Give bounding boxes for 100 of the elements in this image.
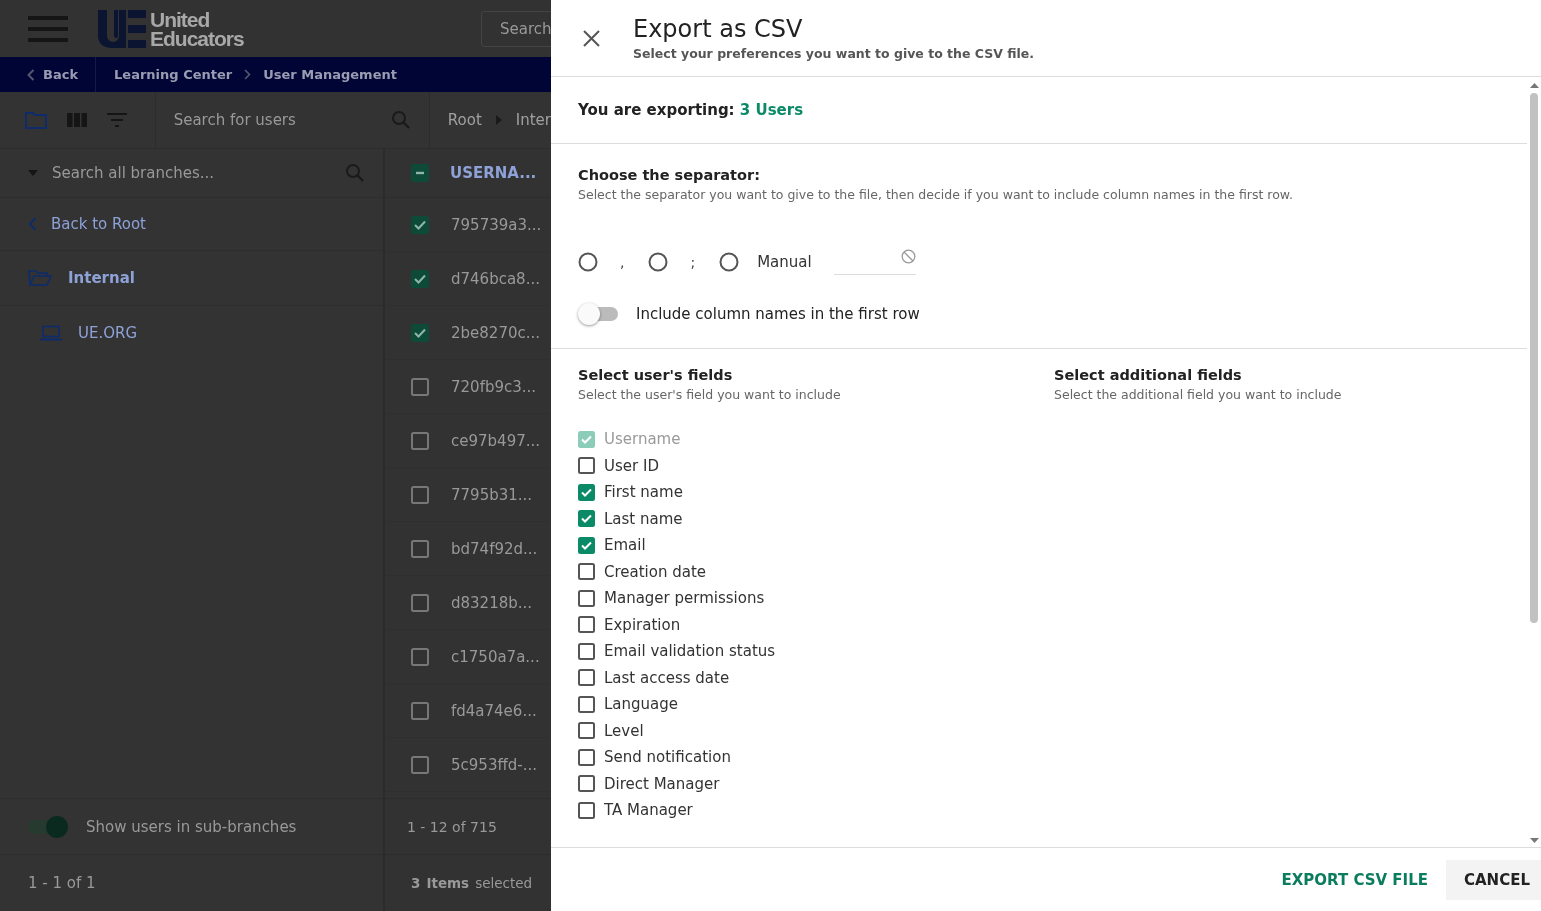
checkbox[interactable] (411, 701, 429, 720)
section-heading: Select user's fields (578, 367, 734, 383)
field-label: First name (604, 483, 683, 502)
laptop-icon (40, 325, 62, 341)
table-cell: fd4a74e6... (451, 701, 537, 720)
breadcrumb-link[interactable]: Learning Center (114, 67, 233, 82)
toggle-switch[interactable] (28, 814, 68, 839)
checkbox[interactable] (411, 593, 429, 612)
table-cell: 795739a3... (451, 215, 542, 234)
pagination-text: 1 - 1 of 1 (28, 874, 96, 892)
blocked-icon (900, 249, 916, 264)
toggle-label: Show users in sub-branches (86, 817, 297, 836)
pagination-text: 1 - 12 of 715 (407, 818, 497, 835)
checkbox[interactable] (411, 431, 429, 450)
caret-right-icon (495, 115, 502, 125)
logo-text: United Educators (150, 9, 244, 48)
checkbox[interactable] (578, 642, 595, 660)
selection-text: selected (475, 875, 533, 891)
checkbox[interactable] (578, 748, 595, 766)
search-field[interactable]: Search for users (155, 92, 430, 148)
path-link[interactable]: Root (447, 111, 482, 129)
checkbox[interactable] (578, 669, 595, 687)
separator-label: ; (690, 254, 696, 270)
back-link[interactable]: Back (0, 57, 97, 92)
table-cell: 5c953ffd-... (451, 755, 537, 774)
checkbox[interactable] (411, 539, 429, 558)
field-label: Language (604, 695, 679, 714)
close-icon[interactable] (583, 30, 600, 47)
radio-button[interactable] (719, 252, 740, 272)
branch-item[interactable]: Internal (68, 269, 135, 287)
field-label: Direct Manager (604, 774, 720, 793)
back-to-root-link[interactable]: Back to Root (51, 215, 146, 233)
scroll-down-icon[interactable] (1529, 837, 1539, 844)
table-cell: d83218b... (451, 593, 533, 612)
chevron-right-icon (244, 69, 252, 80)
section-description: Select the additional field you want to include (1054, 387, 1343, 402)
checkbox[interactable] (578, 457, 595, 475)
logo-mark-icon (98, 9, 146, 48)
partial-checkbox[interactable] (411, 164, 429, 182)
checkbox[interactable] (578, 722, 595, 740)
selection-count: 3 (411, 875, 421, 891)
chevron-left-icon (28, 217, 37, 231)
option-label: Manual (757, 253, 812, 271)
table-cell: 2be8270c... (451, 323, 541, 342)
scroll-up-icon[interactable] (1529, 82, 1539, 89)
toggle-label: Include column names in the first row (636, 305, 920, 323)
manual-separator-field[interactable] (833, 249, 916, 275)
section-description: Select the user's field you want to include (578, 387, 842, 402)
checkbox[interactable] (411, 647, 429, 666)
checkbox[interactable] (578, 563, 595, 581)
dialog-title: Export as CSV (633, 14, 804, 44)
checkbox[interactable] (411, 323, 429, 342)
checkbox[interactable] (411, 269, 429, 288)
field-label: Creation date (604, 562, 707, 581)
field-label: Username (604, 430, 681, 449)
field-label: Last access date (604, 668, 730, 687)
checkbox[interactable] (578, 616, 595, 634)
checkbox[interactable] (578, 483, 595, 501)
field-label: User ID (604, 456, 659, 475)
checkbox[interactable] (578, 695, 595, 713)
export-summary: You are exporting: 3 Users (578, 101, 804, 119)
field-label: Expiration (604, 615, 681, 634)
toggle-switch[interactable] (578, 303, 618, 325)
branch-item[interactable]: UE.ORG (78, 324, 138, 342)
selection-label: Items (426, 875, 470, 891)
checkbox[interactable] (578, 775, 595, 793)
table-cell: 720fb9c3... (451, 377, 537, 396)
dialog-subtitle: Select your preferences you want to give to the CSV file. (633, 46, 1034, 61)
checkbox[interactable] (578, 589, 595, 607)
table-cell: d746bca8... (451, 269, 540, 288)
cancel-button[interactable]: CANCEL (1446, 859, 1541, 900)
field-label: Level (604, 721, 644, 740)
section-heading: Select additional fields (1054, 367, 1243, 383)
field-label: Email validation status (604, 642, 776, 661)
field-label: Manager permissions (604, 589, 765, 608)
table-cell: c1750a7a... (451, 647, 540, 666)
radio-button[interactable] (648, 252, 669, 272)
checkbox[interactable] (578, 536, 595, 554)
section-heading: Choose the separator: (578, 167, 761, 183)
table-cell: bd74f92d... (451, 539, 538, 558)
checkbox[interactable] (411, 755, 429, 774)
field-label: Send notification (604, 748, 731, 767)
checkbox[interactable] (578, 510, 595, 528)
field-label: TA Manager (604, 801, 693, 820)
table-cell: ce97b497... (451, 431, 541, 450)
checkbox[interactable] (411, 377, 429, 396)
path-link[interactable]: Inter (515, 111, 551, 129)
search-field[interactable]: Search all branches... (52, 164, 331, 182)
column-header[interactable]: USERNA... (450, 164, 537, 182)
field-label: Email (604, 536, 646, 555)
field-label: Last name (604, 509, 683, 528)
separator-label: , (620, 254, 625, 270)
chevron-left-icon (27, 68, 35, 81)
section-description: Select the separator you want to give to the file, then decide if you want to include column names in the first row. (578, 187, 1294, 202)
checkbox[interactable] (578, 801, 595, 819)
radio-button[interactable] (578, 252, 598, 272)
checkbox[interactable] (411, 485, 429, 504)
checkbox[interactable] (411, 215, 429, 234)
breadcrumb-link[interactable]: User Management (263, 67, 397, 82)
table-cell: 7795b31... (451, 485, 533, 504)
